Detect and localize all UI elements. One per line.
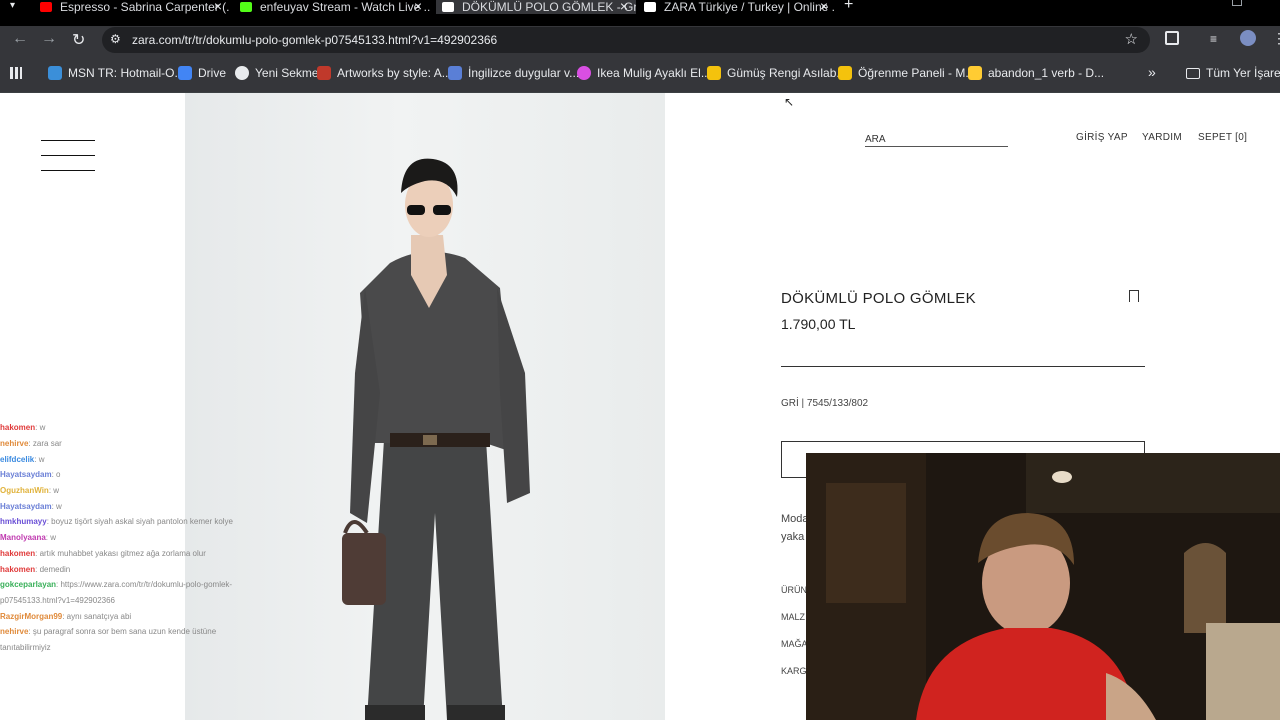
- browser-toolbar: ← → ↻ ⚙ zara.com/tr/tr/dokumlu-polo-goml…: [0, 26, 1280, 55]
- zara-icon: [442, 2, 454, 12]
- language-icon: [448, 66, 462, 80]
- bookmark-product-icon[interactable]: [1129, 290, 1139, 302]
- chat-message: elifdcelik: w: [0, 454, 45, 464]
- cursor-icon: ↖: [784, 95, 795, 109]
- tab-strip: ▾ Espresso - Sabrina Carpenter (... × en…: [0, 0, 1280, 26]
- product-info-links: ÜRÜN MALZ MAĞA KARG: [781, 585, 808, 676]
- minimize-button[interactable]: [1232, 0, 1242, 6]
- close-icon[interactable]: ×: [214, 0, 222, 14]
- reload-icon[interactable]: ↻: [72, 30, 85, 50]
- bookmark-item[interactable]: Gümüş Rengi Asılab...: [707, 66, 846, 80]
- bookmark-item[interactable]: İngilizce duygular v...: [448, 66, 579, 80]
- chat-message: p07545133.html?v1=492902366: [0, 595, 115, 605]
- tab-3[interactable]: ZARA Türkiye / Turkey | Online ... ×: [640, 0, 836, 14]
- bookmark-item[interactable]: Öğrenme Paneli - M...: [838, 66, 975, 80]
- chat-message: nehirve: şu paragraf sonra sor bem sana …: [0, 627, 217, 637]
- address-bar[interactable]: ⚙ zara.com/tr/tr/dokumlu-polo-gomlek-p07…: [102, 27, 1150, 53]
- new-tab-button[interactable]: +: [844, 0, 853, 14]
- bookmark-star-icon[interactable]: ☆: [1125, 30, 1138, 48]
- bookmark-item[interactable]: Ikea Mulig Ayaklı El...: [577, 66, 711, 80]
- close-icon[interactable]: ×: [620, 0, 628, 14]
- tab-title: DÖKÜMLÜ POLO GÖMLEK - Gri ...: [462, 0, 636, 14]
- tab-2[interactable]: DÖKÜMLÜ POLO GÖMLEK - Gri ... ×: [436, 0, 636, 14]
- chat-message: nehirve: zara sar: [0, 439, 62, 449]
- site-info-icon[interactable]: ⚙: [110, 32, 121, 46]
- chat-message: tanıtabilirmiyiz: [0, 642, 51, 652]
- stream-chat-overlay: hakomen: w nehirve: zara sar elifdcelik:…: [0, 420, 300, 655]
- bookmark-item[interactable]: MSN TR: Hotmail-O...: [48, 66, 184, 80]
- chat-message: hakomen: w: [0, 423, 46, 433]
- bookmark-item[interactable]: abandon_1 verb - D...: [968, 66, 1104, 80]
- close-icon[interactable]: ×: [414, 0, 422, 14]
- apps-icon[interactable]: [10, 67, 22, 79]
- divider: [781, 366, 1145, 367]
- bookmark-item[interactable]: Drive: [178, 66, 226, 80]
- shop-icon: [707, 66, 721, 80]
- webcam-overlay: [806, 453, 1280, 720]
- product-price: 1.790,00 TL: [781, 316, 856, 332]
- msn-icon: [48, 66, 62, 80]
- chat-message: Hayatsaydam: o: [0, 470, 61, 480]
- tab-title: enfeuyav Stream - Watch Live ...: [260, 0, 430, 14]
- url-text[interactable]: zara.com/tr/tr/dokumlu-polo-gomlek-p0754…: [132, 33, 497, 47]
- bookmark-item[interactable]: Artworks by style: A...: [317, 66, 452, 80]
- tab-search-button[interactable]: ▾: [10, 0, 22, 11]
- product-color-reference: GRİ | 7545/133/802: [781, 398, 869, 409]
- menu-icon[interactable]: ⋮: [1272, 30, 1280, 47]
- zara-icon: [644, 2, 656, 12]
- product-description: Moda yaka: [781, 513, 809, 543]
- youtube-icon: [40, 2, 52, 12]
- product-title: DÖKÜMLÜ POLO GÖMLEK: [781, 290, 976, 307]
- forward-icon[interactable]: →: [41, 30, 57, 48]
- bookmark-item[interactable]: Yeni Sekme: [235, 66, 319, 80]
- streamer-video: [806, 453, 1280, 720]
- media-control-icon[interactable]: ≡: [1210, 32, 1217, 46]
- chat-message: Manolyaana: w: [0, 533, 57, 543]
- bookmarks-bar: MSN TR: Hotmail-O... Drive Yeni Sekme Ar…: [0, 55, 1280, 93]
- browser-chrome: ▾ Espresso - Sabrina Carpenter (... × en…: [0, 0, 1280, 93]
- learning-icon: [838, 66, 852, 80]
- tab-title: Espresso - Sabrina Carpenter (...: [60, 0, 230, 14]
- tab-1[interactable]: enfeuyav Stream - Watch Live ... ×: [240, 0, 430, 14]
- all-bookmarks-folder[interactable]: Tüm Yer İşaretleri: [1186, 66, 1280, 80]
- chat-message: hakomen: demedin: [0, 564, 71, 574]
- chat-message: RazgirMorgan99: aynı sanatçıya abi: [0, 611, 132, 621]
- back-icon[interactable]: ←: [12, 30, 28, 48]
- folder-icon: [1186, 67, 1200, 79]
- chat-message: hmkhumayy: boyuz tişört siyah askal siya…: [0, 517, 233, 527]
- dictionary-icon: [968, 66, 982, 80]
- bookmarks-overflow-button[interactable]: »: [1148, 64, 1156, 80]
- chat-message: OguzhanWin: w: [0, 486, 60, 496]
- help-link[interactable]: YARDIM: [1142, 132, 1182, 143]
- ikea-icon: [577, 66, 591, 80]
- search-label: ARA: [865, 134, 886, 145]
- cart-link[interactable]: SEPET [0]: [1198, 132, 1247, 143]
- avatar[interactable]: [1240, 30, 1256, 46]
- chat-message: hakomen: artık muhabbet yakası gitmez ağ…: [0, 548, 206, 558]
- login-link[interactable]: GİRİŞ YAP: [1076, 132, 1128, 143]
- close-icon[interactable]: ×: [820, 0, 828, 14]
- search-field[interactable]: ARA: [865, 129, 1008, 147]
- tab-title: ZARA Türkiye / Turkey | Online ...: [664, 0, 836, 14]
- tab-0[interactable]: Espresso - Sabrina Carpenter (... ×: [40, 0, 230, 14]
- artworks-icon: [317, 66, 331, 80]
- globe-icon: [235, 66, 249, 80]
- drive-icon: [178, 66, 192, 80]
- extensions-icon[interactable]: [1165, 31, 1179, 45]
- chat-message: gokceparlayan: https://www.zara.com/tr/t…: [0, 580, 233, 590]
- kick-icon: [240, 2, 252, 12]
- chat-message: Hayatsaydam: w: [0, 501, 62, 511]
